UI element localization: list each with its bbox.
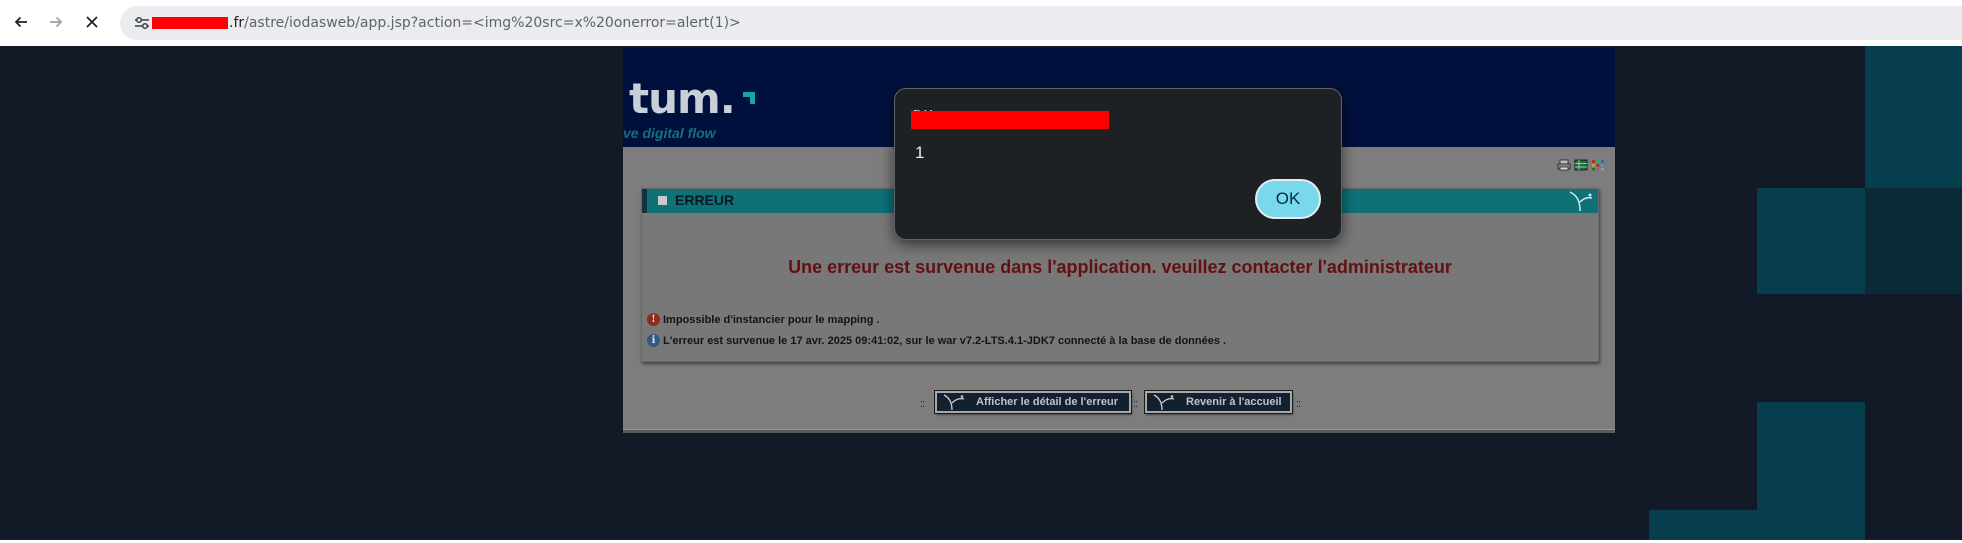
alert-dialog: g y 1 OK [894, 88, 1342, 240]
footer-divider [623, 429, 1615, 433]
error-message-text: Impossible d'instancier pour le mapping … [663, 313, 880, 326]
browser-toolbar: .fr/astre/iodasweb/app.jsp?action=<img%2… [0, 0, 1962, 46]
tune-icon [135, 16, 149, 30]
stop-loading-button[interactable] [78, 8, 106, 36]
table-icon[interactable] [1574, 159, 1588, 171]
back-button[interactable] [7, 8, 35, 36]
url-domain-suffix: .fr [229, 15, 245, 31]
url-path: /astre/iodasweb/app.jsp?action=<img%20sr… [244, 15, 741, 31]
button-separator: :: [1296, 398, 1301, 410]
show-error-detail-button[interactable]: Afficher le détail de l'erreur [934, 390, 1132, 414]
arrow-right-icon [50, 16, 63, 28]
back-to-home-label: Revenir à l'accueil [1186, 396, 1282, 408]
close-icon [86, 16, 98, 28]
info-message: i L'erreur est survenue le 17 avr. 2025 … [647, 334, 1226, 347]
branch-logo-icon [1153, 394, 1175, 411]
page-tools [1557, 159, 1605, 171]
button-separator: :: [1133, 398, 1138, 410]
redaction-bar [152, 17, 228, 29]
ok-button[interactable]: OK [1255, 179, 1321, 219]
arrow-left-icon [14, 16, 27, 28]
page-viewport: tum. ve digital flow ERREUR Une erreur e… [0, 46, 1962, 540]
collapse-toggle[interactable] [657, 195, 668, 206]
branch-logo-icon [943, 394, 965, 411]
background-block [1757, 402, 1865, 540]
background-block [1649, 510, 1757, 540]
background-block [1865, 46, 1962, 188]
print-icon[interactable] [1557, 159, 1571, 171]
redaction-bar [911, 111, 1109, 129]
grid-icon[interactable] [1591, 159, 1605, 171]
error-headline: Une erreur est survenue dans l'applicati… [788, 257, 1452, 277]
button-separator: :: [920, 398, 925, 410]
alert-message: 1 [915, 143, 925, 162]
branch-logo-icon [1569, 191, 1593, 212]
address-bar[interactable]: .fr/astre/iodasweb/app.jsp?action=<img%2… [120, 6, 1962, 40]
background-block [1865, 188, 1962, 294]
logo-mark-icon [743, 92, 755, 104]
back-to-home-button[interactable]: Revenir à l'accueil [1144, 390, 1293, 414]
brand-logo: tum. [629, 74, 736, 123]
forward-button[interactable] [42, 8, 70, 36]
background-block [1757, 188, 1865, 294]
info-message-text: L'erreur est survenue le 17 avr. 2025 09… [663, 334, 1227, 347]
show-error-detail-label: Afficher le détail de l'erreur [976, 396, 1118, 408]
error-icon: ! [647, 313, 660, 326]
panel-title: ERREUR [675, 192, 735, 208]
info-icon: i [647, 334, 660, 347]
error-message: ! Impossible d'instancier pour le mappin… [647, 313, 880, 326]
brand-tagline: ve digital flow [623, 125, 716, 141]
url-text[interactable]: .fr/astre/iodasweb/app.jsp?action=<img%2… [152, 6, 741, 40]
